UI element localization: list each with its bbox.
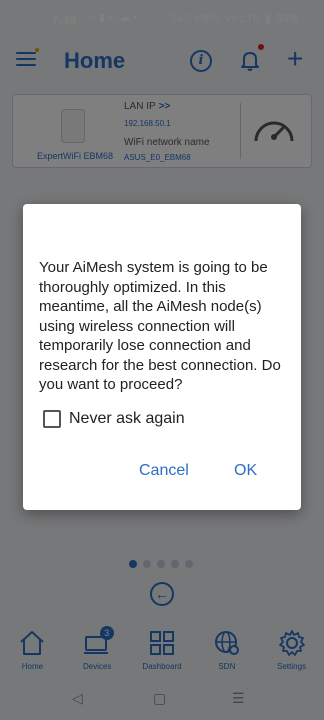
ok-button[interactable]: OK (234, 462, 257, 480)
never-ask-checkbox[interactable] (43, 410, 61, 428)
dialog-message: Your AiMesh system is going to be thorou… (39, 259, 281, 393)
never-ask-row[interactable]: Never ask again (43, 410, 185, 428)
cancel-button[interactable]: Cancel (139, 462, 189, 480)
confirm-dialog: Your AiMesh system is going to be thorou… (23, 204, 301, 510)
never-ask-label[interactable]: Never ask again (69, 410, 185, 428)
